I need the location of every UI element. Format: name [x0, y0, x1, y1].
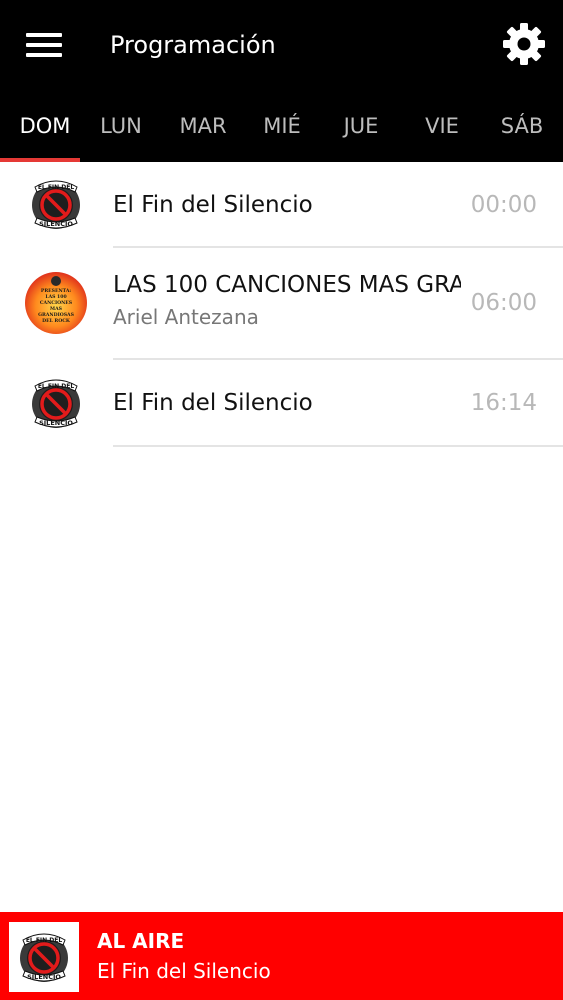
now-playing-bar[interactable]: EL FIN DEL SILENCIO AL AIRE El Fin del S… [0, 912, 563, 1000]
el-fin-del-silencio-logo: EL FIN DEL SILENCIO [32, 180, 80, 229]
las-100-canciones-logo: PRESENTA: LAS 100 CANCIONES MAS GRANDIOS… [25, 272, 87, 334]
svg-text:SILENCIO: SILENCIO [39, 220, 73, 228]
on-air-label: AL AIRE [97, 929, 185, 953]
svg-text:CANCIONES: CANCIONES [40, 300, 73, 306]
schedule-list: EL FIN DEL SILENCIO El Fin del Silencio … [0, 162, 563, 447]
tab-lun[interactable]: LUN [81, 92, 161, 162]
el-fin-del-silencio-logo: EL FIN DEL SILENCIO [20, 933, 68, 982]
svg-text:SILENCIO: SILENCIO [39, 419, 73, 427]
svg-text:LAS 100: LAS 100 [45, 294, 66, 300]
list-item[interactable]: PRESENTA: LAS 100 CANCIONES MAS GRANDIOS… [0, 248, 563, 360]
tab-dom[interactable]: DOM [5, 92, 85, 162]
program-name: LAS 100 CANCIONES MAS GRA [113, 272, 461, 298]
program-name: El Fin del Silencio [113, 192, 313, 218]
program-time: 06:00 [470, 290, 537, 316]
svg-text:EL FIN DEL: EL FIN DEL [38, 184, 75, 191]
now-playing-thumbnail: EL FIN DEL SILENCIO [9, 922, 79, 992]
row-divider [113, 445, 563, 447]
svg-text:MAS: MAS [50, 306, 63, 312]
tab-mar[interactable]: MAR [163, 92, 243, 162]
gear-icon[interactable] [500, 20, 548, 68]
svg-text:SILENCIO: SILENCIO [27, 973, 61, 981]
program-host: Ariel Antezana [113, 305, 259, 329]
el-fin-del-silencio-logo: EL FIN DEL SILENCIO [32, 379, 80, 428]
program-name: El Fin del Silencio [113, 390, 313, 416]
svg-text:EL FIN DEL: EL FIN DEL [38, 383, 75, 390]
svg-text:PRESENTA:: PRESENTA: [41, 288, 72, 294]
tab-jue[interactable]: JUE [321, 92, 401, 162]
app-header: Programación DOM LUN MAR MIÉ JUE VIE SÁB [0, 0, 563, 162]
list-item[interactable]: EL FIN DEL SILENCIO El Fin del Silencio … [0, 360, 563, 447]
svg-text:EL FIN DEL: EL FIN DEL [26, 937, 63, 944]
now-playing-title: El Fin del Silencio [97, 959, 271, 983]
hamburger-menu-icon[interactable] [26, 33, 62, 59]
tab-mie[interactable]: MIÉ [242, 92, 322, 162]
svg-text:DEL ROCK: DEL ROCK [42, 318, 71, 324]
page-title: Programación [110, 31, 276, 59]
tab-sab[interactable]: SÁB [482, 92, 562, 162]
program-time: 00:00 [470, 192, 537, 218]
list-item[interactable]: EL FIN DEL SILENCIO El Fin del Silencio … [0, 162, 563, 248]
svg-text:GRANDIOSAS: GRANDIOSAS [38, 312, 75, 318]
tab-vie[interactable]: VIE [402, 92, 482, 162]
program-time: 16:14 [470, 390, 537, 416]
day-tabs: DOM LUN MAR MIÉ JUE VIE SÁB [0, 92, 563, 162]
